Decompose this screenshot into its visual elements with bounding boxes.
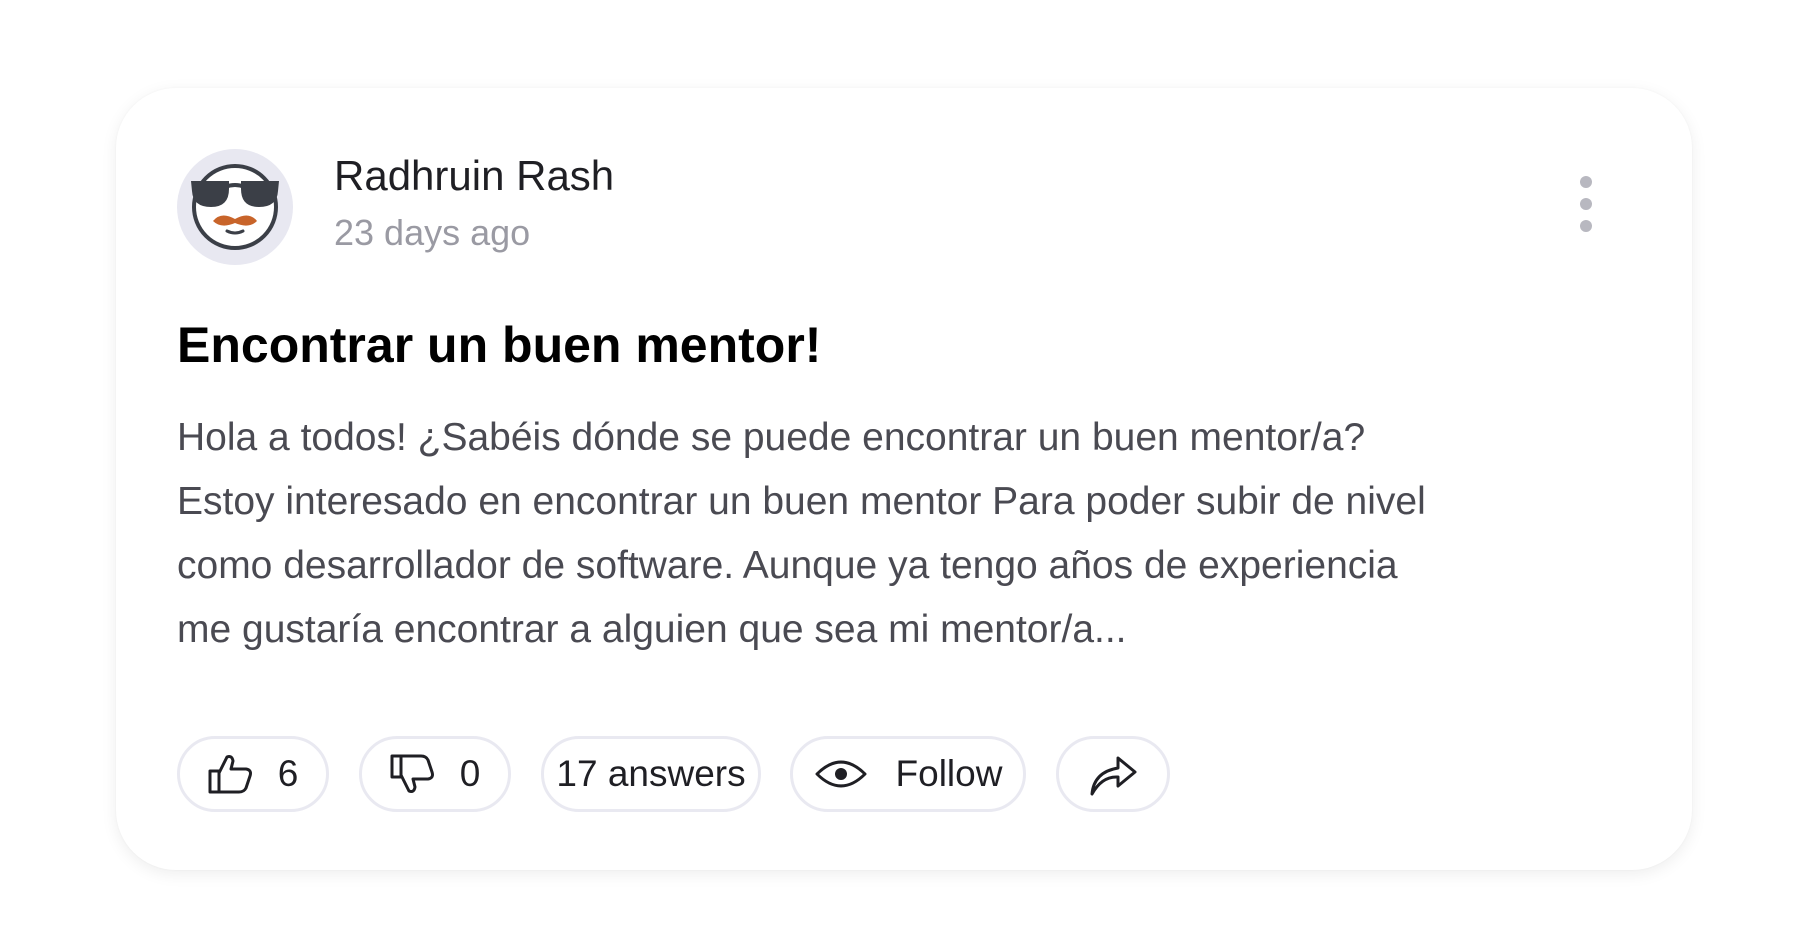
post-title[interactable]: Encontrar un buen mentor! [177, 316, 821, 374]
post-body-line: Hola a todos! ¿Sabéis dónde se puede enc… [177, 416, 1366, 459]
follow-button[interactable]: Follow [790, 736, 1026, 812]
dislike-button[interactable]: 0 [359, 736, 511, 812]
thumbs-down-icon [390, 753, 436, 795]
like-count: 6 [277, 753, 299, 794]
post-body-line: me gustaría encontrar a alguien que sea … [177, 608, 1127, 651]
post-body: Hola a todos! ¿Sabéis dónde se puede enc… [177, 406, 1637, 662]
more-options-button[interactable] [1568, 170, 1604, 242]
follow-label: Follow [895, 753, 1003, 794]
author-name[interactable]: Radhruin Rash [334, 152, 614, 200]
share-button[interactable] [1056, 736, 1170, 812]
answers-button[interactable]: 17 answers [541, 736, 761, 812]
answers-label: 17 answers [556, 753, 746, 794]
like-button[interactable]: 6 [177, 736, 329, 812]
post-body-line: Estoy interesado en encontrar un buen me… [177, 480, 1426, 523]
more-vertical-icon [1580, 176, 1592, 232]
post-body-line: como desarrollador de software. Aunque y… [177, 544, 1398, 587]
avatar[interactable] [177, 149, 293, 265]
thumbs-up-icon [208, 753, 254, 795]
post-timestamp: 23 days ago [334, 212, 531, 253]
sunglasses-mustache-avatar-icon [191, 164, 279, 250]
dislike-count: 0 [459, 753, 481, 794]
share-arrow-icon [1088, 752, 1138, 796]
post-card: Radhruin Rash 23 days ago Encontrar un b… [116, 88, 1692, 870]
eye-icon [814, 754, 868, 794]
